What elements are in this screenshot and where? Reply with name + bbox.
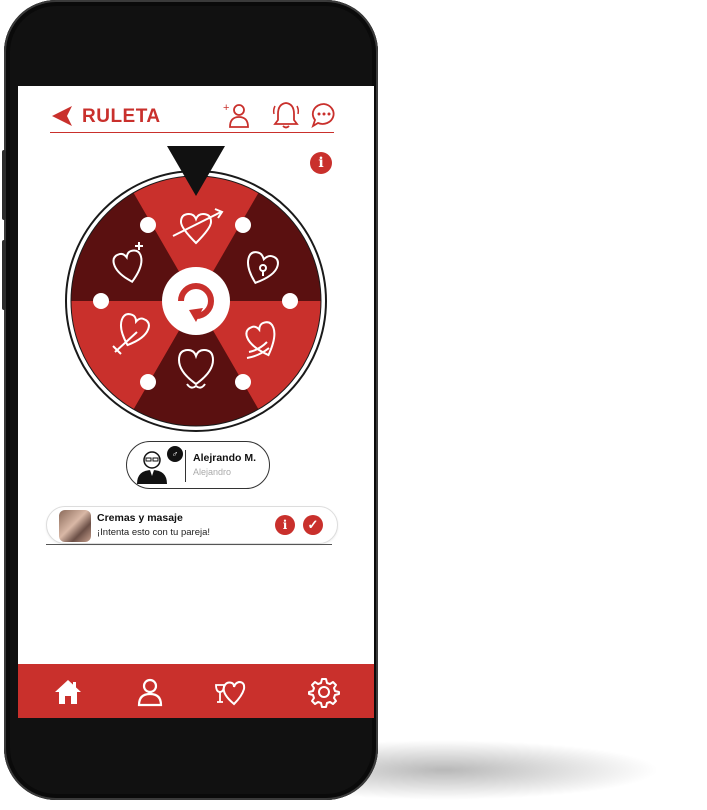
back-arrow-icon[interactable] [50, 104, 74, 128]
divider [185, 450, 186, 482]
couple-heart-icon[interactable] [214, 676, 246, 708]
top-bar: RULETA + [50, 98, 335, 133]
challenge-info-button[interactable]: i [275, 515, 295, 535]
bottom-nav [18, 664, 374, 718]
volume-button [2, 150, 6, 220]
add-user-plus: + [223, 102, 229, 114]
bell-icon[interactable] [272, 100, 300, 130]
challenge-subtitle: ¡Intenta esto con tu pareja! [97, 527, 211, 538]
volume-button [2, 240, 6, 310]
wheel-peg [140, 217, 156, 233]
wheel-peg [140, 374, 156, 390]
profile-name: Alejrando M. [193, 452, 257, 464]
spin-button[interactable] [162, 267, 230, 335]
chat-icon[interactable] [310, 100, 338, 130]
phone-frame: RULETA + i ♂ Alejrando M. Alejandro Crem… [2, 0, 378, 800]
avatar [137, 451, 167, 484]
wheel-peg [235, 217, 251, 233]
profile-card[interactable]: ♂ Alejrando M. Alejandro [126, 441, 270, 489]
gender-badge: ♂ [167, 446, 183, 462]
challenge-card[interactable]: Cremas y masaje ¡Intenta esto con tu par… [46, 506, 338, 544]
add-user-icon[interactable]: + [222, 100, 250, 130]
profile-username: Alejandro [193, 467, 232, 477]
app-screen: RULETA + i ♂ Alejrando M. Alejandro Crem… [18, 86, 374, 718]
wheel-peg [235, 374, 251, 390]
roulette-wheel[interactable] [63, 146, 328, 476]
home-icon[interactable] [52, 676, 84, 708]
profile-icon[interactable] [134, 676, 166, 708]
divider [46, 544, 332, 545]
challenge-title: Cremas y masaje [97, 512, 183, 524]
wheel-peg [282, 293, 298, 309]
page-title: RULETA [82, 106, 161, 127]
challenge-accept-button[interactable]: ✓ [303, 515, 323, 535]
settings-icon[interactable] [308, 676, 340, 708]
challenge-thumbnail [59, 510, 91, 542]
wheel-peg [93, 293, 109, 309]
